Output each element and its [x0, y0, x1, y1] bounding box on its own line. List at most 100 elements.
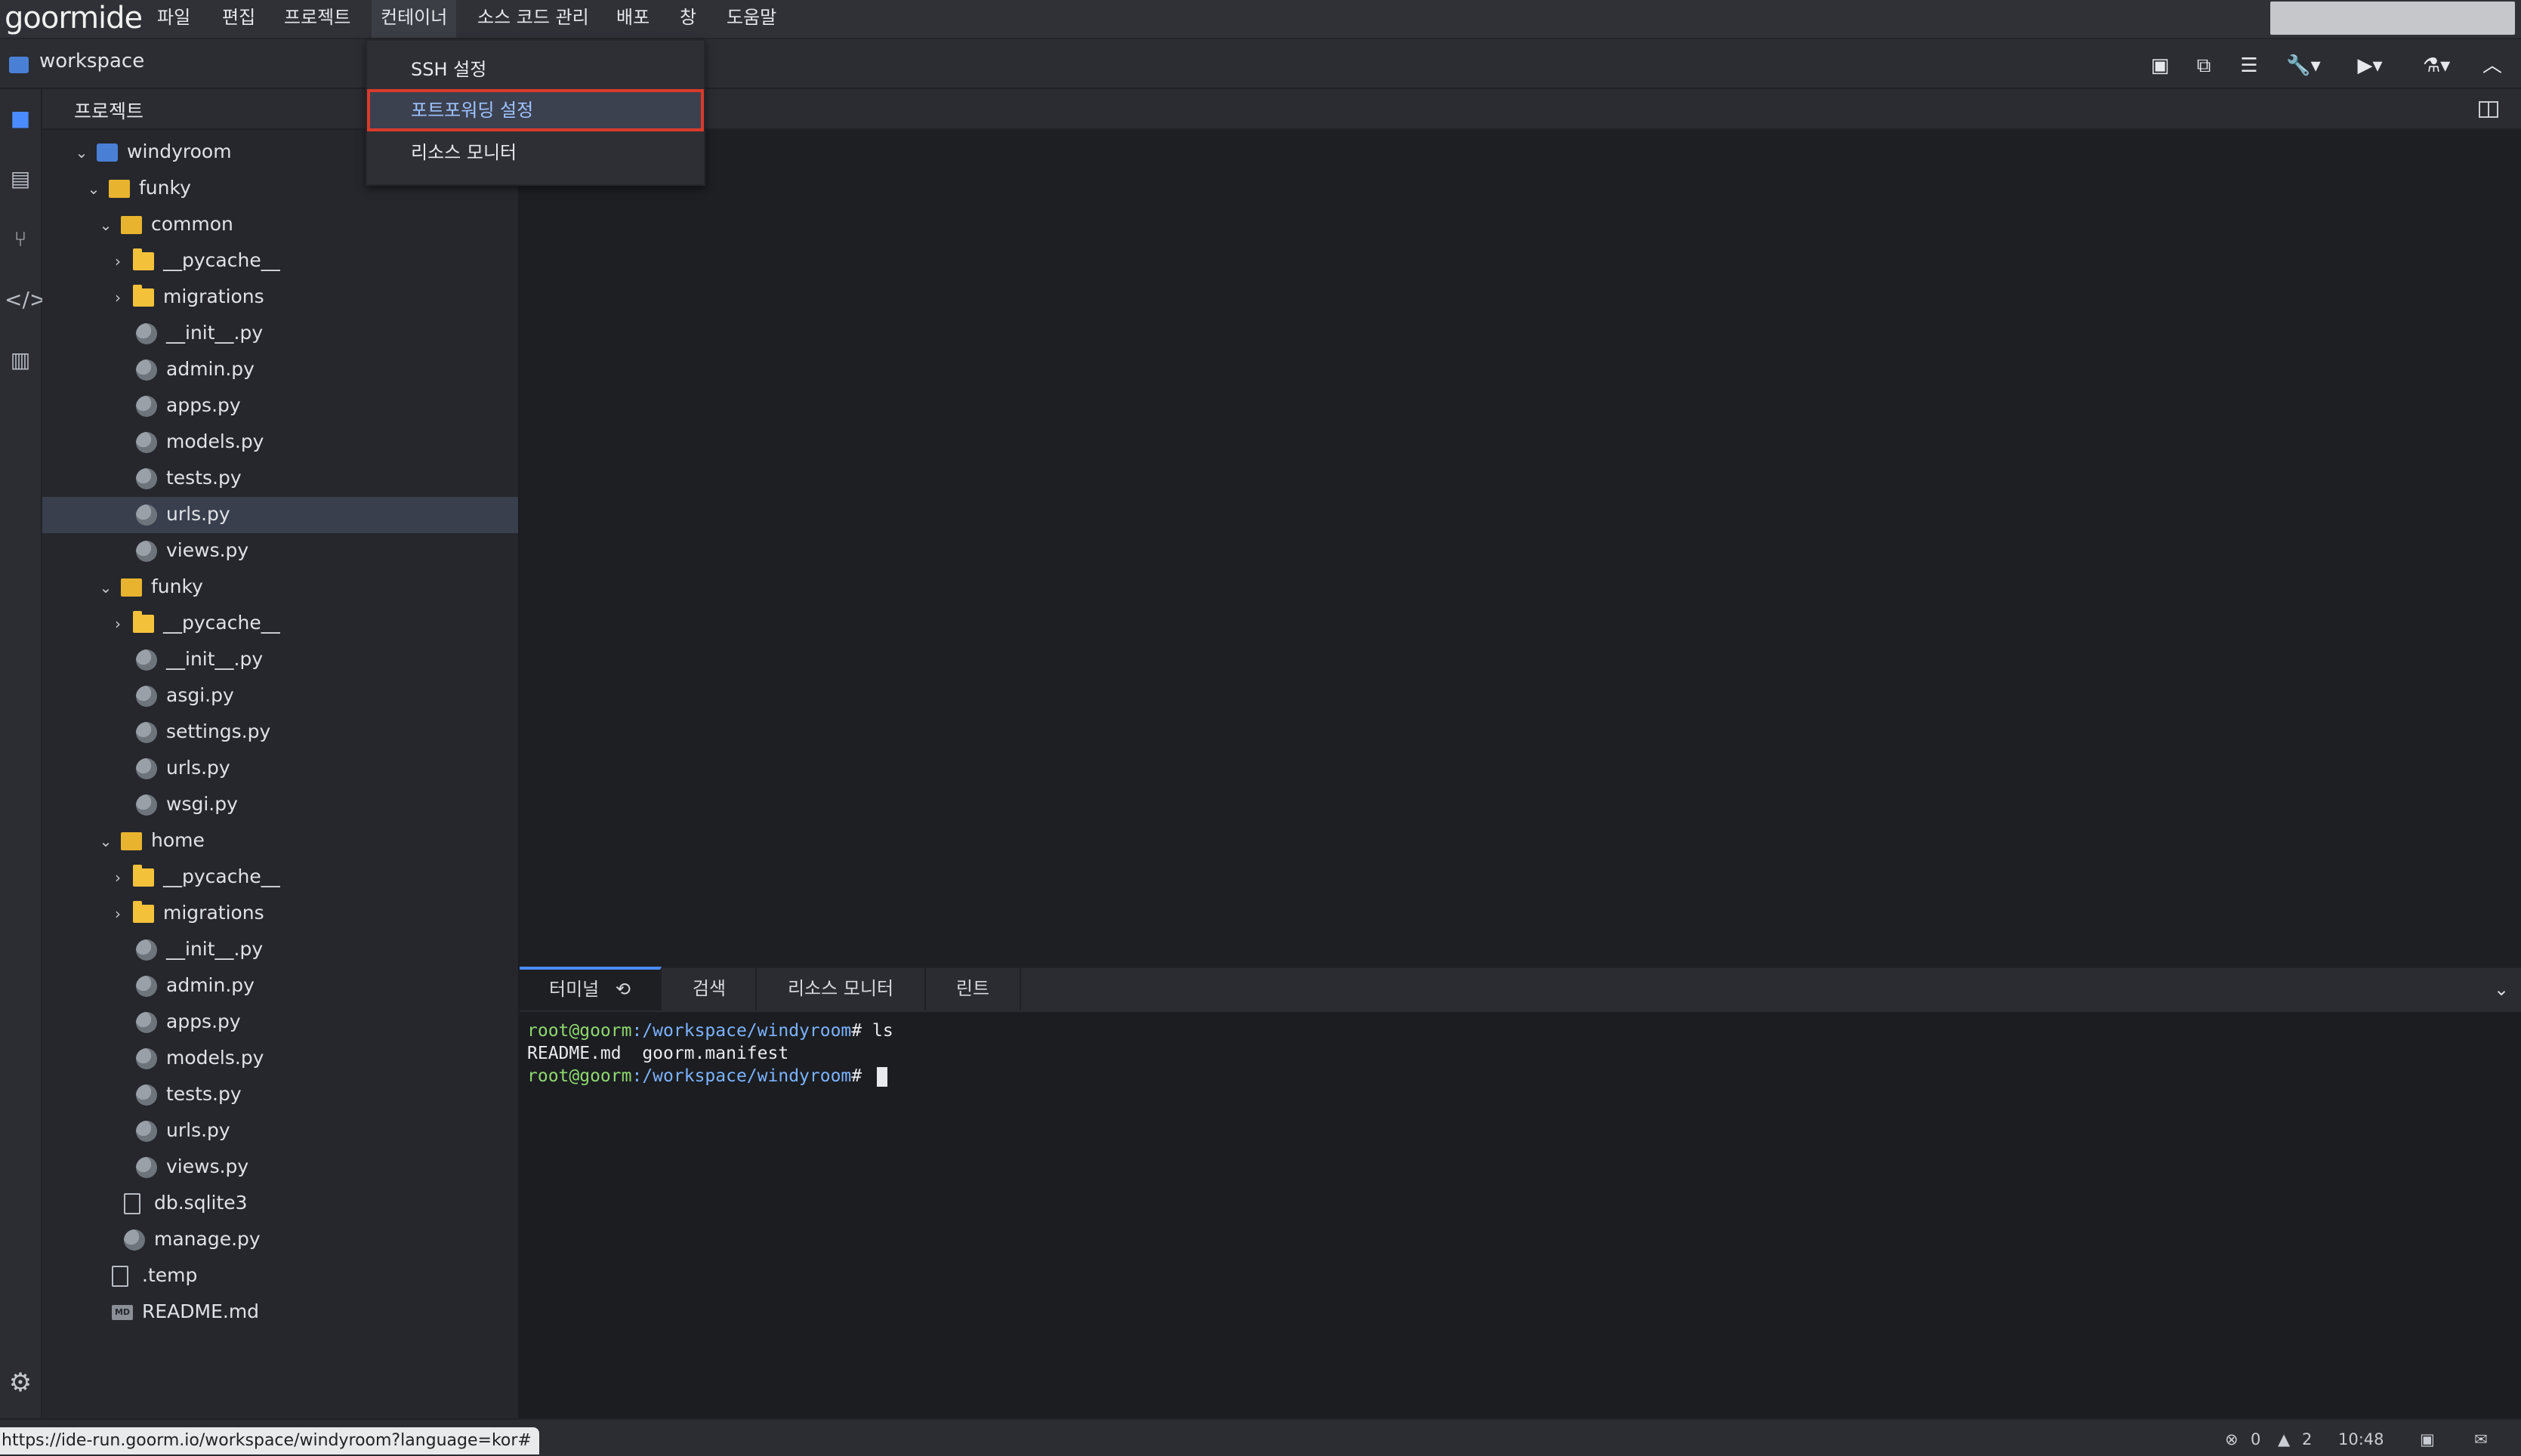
tree-item[interactable]: __init__.py — [42, 316, 518, 352]
tree-item[interactable]: admin.py — [42, 352, 518, 388]
goormide-logo[interactable]: goormide — [5, 0, 143, 38]
tree-item[interactable]: › __pycache__ — [42, 606, 518, 642]
tree-item[interactable]: asgi.py — [42, 678, 518, 714]
tree-item[interactable]: views.py — [42, 1149, 518, 1186]
python-icon — [136, 359, 157, 381]
top-search-box[interactable] — [2270, 2, 2515, 35]
python-icon — [124, 1229, 145, 1251]
tree-item-label: apps.py — [166, 1010, 241, 1032]
git-icon[interactable]: ⑂ — [5, 224, 36, 255]
wrench-icon[interactable]: 🔧▾ — [2281, 53, 2326, 79]
tree-item-label: home — [151, 829, 205, 851]
outline-icon[interactable]: ▤ — [5, 163, 36, 195]
tree-item[interactable]: ⌄ common — [42, 207, 518, 243]
tree-item[interactable]: urls.py — [42, 1113, 518, 1149]
python-icon — [136, 323, 157, 344]
tree-item-label: urls.py — [166, 503, 230, 525]
python-icon — [136, 504, 157, 526]
error-icon[interactable]: ⊗ — [2225, 1427, 2239, 1451]
flask-icon[interactable]: ⚗▾ — [2414, 53, 2459, 79]
folder-icon — [133, 285, 154, 307]
layout-icon[interactable]: ▣ — [2420, 1427, 2435, 1451]
tree-item[interactable]: models.py — [42, 424, 518, 461]
find-icon[interactable]: ☰ — [2236, 53, 2263, 79]
tab-lint[interactable]: 린트 — [926, 967, 1021, 1010]
tree-item-label: README.md — [142, 1300, 260, 1322]
tree-item-label: migrations — [163, 285, 264, 307]
split-editor-icon[interactable] — [2479, 101, 2498, 118]
chat-icon[interactable]: ✉ — [2474, 1427, 2488, 1451]
save-icon[interactable]: ▣ — [2146, 53, 2174, 79]
chevron-right-icon[interactable]: › — [110, 903, 125, 924]
folder-icon — [133, 248, 154, 270]
tree-item[interactable]: ⌄ funky — [42, 569, 518, 606]
menu-item-resource-monitor[interactable]: 리소스 모니터 — [367, 131, 704, 174]
chevron-right-icon[interactable]: › — [110, 867, 125, 888]
tree-item[interactable]: › migrations — [42, 279, 518, 316]
tree-item[interactable]: apps.py — [42, 1004, 518, 1041]
tab-resource-monitor[interactable]: 리소스 모니터 — [757, 967, 926, 1010]
tree-item[interactable]: wsgi.py — [42, 787, 518, 823]
tree-item[interactable]: tests.py — [42, 1077, 518, 1113]
tree-item[interactable]: models.py — [42, 1041, 518, 1077]
folder-icon — [133, 901, 154, 923]
tree-item[interactable]: views.py — [42, 533, 518, 569]
tree-item[interactable]: › __pycache__ — [42, 243, 518, 279]
run-icon[interactable]: ▶▾ — [2347, 53, 2393, 79]
code-icon[interactable]: </> — [5, 284, 47, 316]
chevron-right-icon[interactable]: › — [110, 251, 125, 272]
menu-help[interactable]: 도움말 — [717, 0, 785, 38]
tree-item[interactable]: admin.py — [42, 968, 518, 1004]
workspace-label[interactable]: workspace — [39, 50, 144, 72]
collapse-icon[interactable]: ︿ — [2479, 53, 2506, 79]
tree-item[interactable]: › __pycache__ — [42, 859, 518, 896]
tree-item[interactable]: .temp — [42, 1258, 518, 1294]
tree-item[interactable]: urls.py — [42, 751, 518, 787]
chevron-down-icon[interactable]: ⌄ — [98, 214, 113, 236]
tree-item-label: windyroom — [127, 140, 232, 162]
menu-source-control[interactable]: 소스 코드 관리 — [468, 0, 598, 38]
tree-item[interactable]: db.sqlite3 — [42, 1186, 518, 1222]
menu-file[interactable]: 파일 — [148, 0, 199, 38]
tree-item[interactable]: settings.py — [42, 714, 518, 751]
menu-window[interactable]: 창 — [671, 0, 705, 38]
tree-item[interactable]: tests.py — [42, 461, 518, 497]
tab-search[interactable]: 검색 — [663, 967, 757, 1010]
tree-item[interactable]: manage.py — [42, 1222, 518, 1258]
tree-item-label: urls.py — [166, 757, 230, 779]
tree-item-label: migrations — [163, 902, 264, 924]
gear-icon[interactable]: ⚙ — [5, 1367, 36, 1399]
editor-area[interactable] — [520, 130, 2521, 967]
tree-item[interactable]: urls.py — [42, 497, 518, 533]
refresh-icon[interactable]: ⟲ — [616, 979, 631, 1000]
project-icon[interactable]: ■ — [5, 103, 36, 134]
menu-edit[interactable]: 편집 — [213, 0, 264, 38]
tree-item[interactable]: ⌄ home — [42, 823, 518, 859]
python-icon — [136, 758, 157, 779]
error-count[interactable]: 0 — [2251, 1427, 2260, 1451]
warning-count[interactable]: 2 — [2302, 1427, 2312, 1451]
tree-item[interactable]: __init__.py — [42, 642, 518, 678]
tab-terminal[interactable]: 터미널 ⟲ — [520, 967, 662, 1010]
menu-item-ssh-settings[interactable]: SSH 설정 — [367, 48, 704, 91]
chevron-down-icon[interactable]: ⌄ — [86, 178, 101, 199]
menu-item-port-forwarding[interactable]: 포트포워딩 설정 — [367, 89, 704, 131]
warning-icon[interactable]: ▲ — [2278, 1427, 2290, 1451]
folder-icon — [133, 865, 154, 887]
chevron-down-icon[interactable]: ⌄ — [2494, 979, 2509, 1000]
menu-project[interactable]: 프로젝트 — [275, 0, 359, 38]
library-icon[interactable]: ▥ — [5, 344, 36, 376]
chevron-down-icon[interactable]: ⌄ — [98, 577, 113, 598]
terminal[interactable]: root@goorm:/workspace/windyroom# ls READ… — [520, 1012, 2521, 1420]
tree-item[interactable]: __init__.py — [42, 932, 518, 968]
tree-item[interactable]: › migrations — [42, 896, 518, 932]
chevron-down-icon[interactable]: ⌄ — [98, 831, 113, 852]
menu-deploy[interactable]: 배포 — [607, 0, 659, 38]
chevron-down-icon[interactable]: ⌄ — [74, 142, 89, 163]
tree-item[interactable]: MD README.md — [42, 1294, 518, 1331]
chevron-right-icon[interactable]: › — [110, 287, 125, 308]
menu-container[interactable]: 컨테이너 — [372, 0, 457, 38]
chevron-right-icon[interactable]: › — [110, 613, 125, 634]
save-all-icon[interactable]: ⧉ — [2190, 53, 2217, 79]
tree-item[interactable]: apps.py — [42, 388, 518, 424]
